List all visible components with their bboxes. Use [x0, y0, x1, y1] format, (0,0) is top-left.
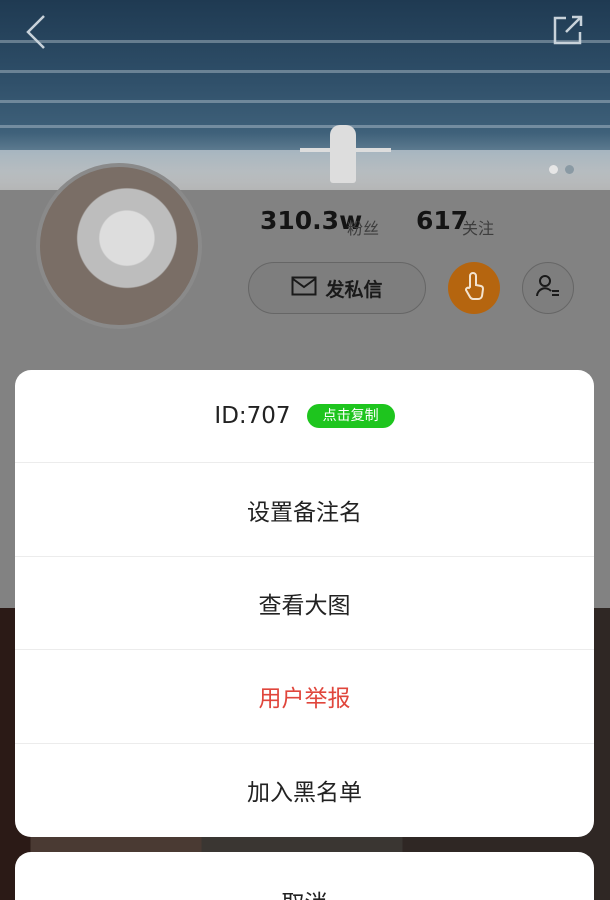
share-external-icon[interactable] [552, 14, 584, 46]
wave [0, 40, 610, 43]
carousel-dot [565, 165, 574, 174]
wave [0, 70, 610, 73]
person-arm [300, 148, 332, 152]
view-large-image-option[interactable]: 查看大图 [15, 557, 594, 651]
cancel-button[interactable]: 取消 [15, 852, 594, 900]
follow-settings-button[interactable] [522, 262, 574, 314]
send-message-button[interactable]: 发私信 [248, 262, 426, 314]
envelope-icon [291, 276, 317, 301]
add-user-icon [535, 273, 561, 303]
following-count[interactable]: 617 [416, 206, 468, 235]
carousel-dot-active [549, 165, 558, 174]
id-row: ID:707 点击复制 [15, 370, 594, 464]
fans-label: 粉丝 [347, 219, 380, 238]
wave [0, 125, 610, 128]
touch-button[interactable] [448, 262, 500, 314]
wave [0, 100, 610, 103]
copy-id-button[interactable]: 点击复制 [306, 404, 395, 429]
person-arm [355, 148, 391, 152]
send-message-label: 发私信 [325, 278, 383, 301]
set-remark-name-option[interactable]: 设置备注名 [15, 463, 594, 557]
user-id: ID:707 [214, 403, 291, 430]
following-label: 关注 [462, 219, 495, 238]
person-figure [330, 125, 356, 183]
report-user-option[interactable]: 用户举报 [15, 650, 594, 744]
tap-hand-icon [461, 271, 487, 305]
chevron-left-icon[interactable] [22, 14, 52, 50]
add-to-blacklist-option[interactable]: 加入黑名单 [15, 744, 594, 837]
profile-cover-image [0, 0, 610, 190]
avatar[interactable] [36, 163, 202, 329]
action-sheet: ID:707 点击复制 设置备注名 查看大图 用户举报 加入黑名单 [15, 370, 594, 837]
